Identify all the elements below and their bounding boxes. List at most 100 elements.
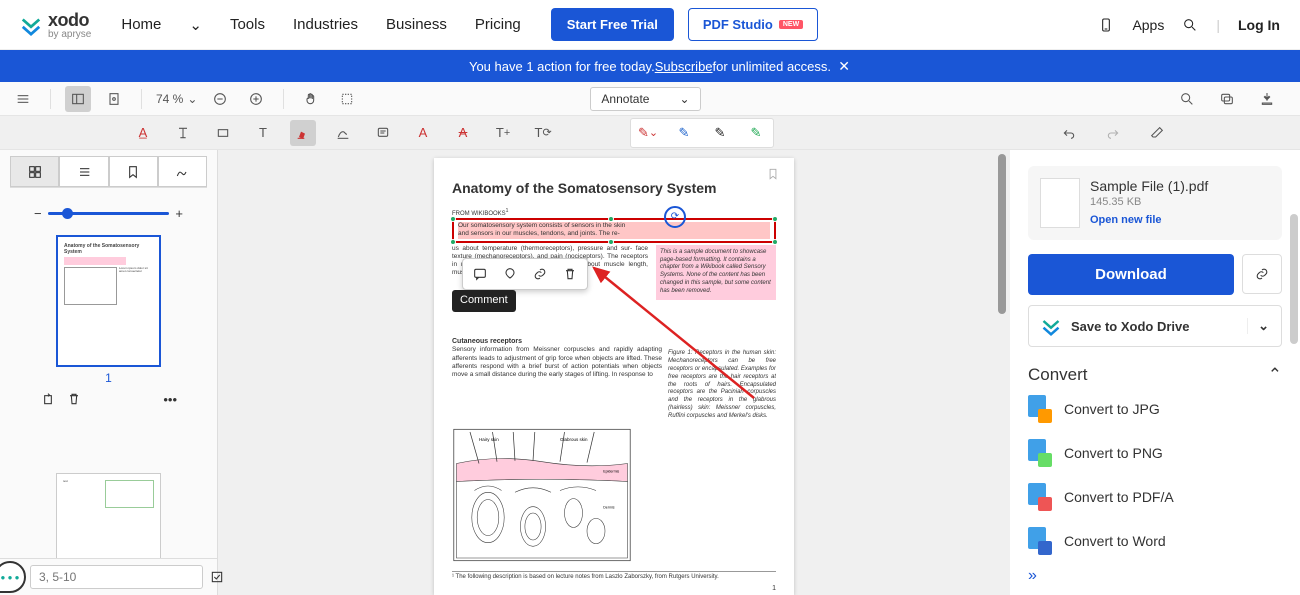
hl-green[interactable]: ✎ <box>741 121 771 145</box>
thumbnails-panel: − + Anatomy of the Somatosensory System … <box>0 150 218 595</box>
expand-panel-icon[interactable]: » <box>1028 567 1037 585</box>
figure-caption: Figure 1: Receptors in the human skin: M… <box>668 350 776 420</box>
popup-link-icon[interactable] <box>529 263 551 285</box>
underline-icon[interactable]: A̲ <box>130 120 156 146</box>
annotation-popup <box>462 258 588 290</box>
download-button[interactable]: Download <box>1028 254 1234 295</box>
pdf-studio-button[interactable]: PDF Studio NEW <box>688 8 818 41</box>
svg-text:Hairy skin: Hairy skin <box>479 437 499 442</box>
more-options-icon[interactable]: ••• <box>163 392 177 407</box>
view-mode-icon[interactable] <box>101 86 127 112</box>
hl-black[interactable]: ✎ <box>705 121 735 145</box>
brand-logo[interactable]: xodo by apryse <box>20 10 91 40</box>
insert-text-icon[interactable]: T+ <box>490 120 516 146</box>
left-panel-tabs <box>10 156 207 188</box>
skin-diagram-figure: Hairy skinGlabrous skin EpidermisDermis <box>452 425 632 565</box>
subscribe-link[interactable]: Subscribe <box>655 59 713 74</box>
replace-text-icon[interactable]: T⟳ <box>530 120 556 146</box>
right-panel-scrollbar[interactable] <box>1290 214 1298 344</box>
search-icon[interactable] <box>1182 17 1198 33</box>
nav-business[interactable]: Business <box>386 16 447 33</box>
text-select-icon[interactable] <box>170 120 196 146</box>
nav-links: Home ⌄ Tools Industries Business Pricing <box>121 16 520 34</box>
banner-close-icon[interactable]: ✕ <box>838 58 850 75</box>
convert-section-header[interactable]: Convert ⌃ <box>1028 365 1282 385</box>
pdf-studio-label: PDF Studio <box>703 17 773 32</box>
highlight-color-group: ✎⌄ ✎ ✎ ✎ <box>630 118 774 148</box>
page-title: Anatomy of the Somatosensory System <box>452 180 776 198</box>
rectangle-icon[interactable] <box>210 120 236 146</box>
convert-to-jpg[interactable]: Convert to JPG <box>1028 395 1282 423</box>
redo-icon[interactable] <box>1100 120 1126 146</box>
primary-toolbar: 74 % ⌄ Annotate⌄ <box>0 82 1300 116</box>
document-viewport[interactable]: Anatomy of the Somatosensory System FROM… <box>218 150 1010 595</box>
highlight-tool-icon[interactable] <box>290 120 316 146</box>
document-page: Anatomy of the Somatosensory System FROM… <box>434 158 794 595</box>
minus-icon[interactable]: − <box>34 206 42 221</box>
strikeout-icon[interactable]: A <box>450 120 476 146</box>
right-panel: Sample File (1).pdf 145.35 KB Open new f… <box>1010 150 1300 595</box>
popup-style-icon[interactable] <box>499 263 521 285</box>
pan-hand-icon[interactable] <box>298 86 324 112</box>
thumb-size-slider[interactable]: − + <box>34 206 183 221</box>
comment-tooltip: Comment <box>452 290 516 312</box>
eraser-icon[interactable] <box>1144 120 1170 146</box>
footnote: ¹ The following description is based on … <box>452 571 776 582</box>
hl-blue[interactable]: ✎ <box>669 121 699 145</box>
doc-source: FROM WIKIBOOKS1 <box>452 208 776 219</box>
zoom-in-icon[interactable] <box>243 86 269 112</box>
popup-delete-icon[interactable] <box>559 263 581 285</box>
plus-icon[interactable]: + <box>175 206 183 221</box>
page-thumbnail-1[interactable]: Anatomy of the Somatosensory System Lore… <box>56 235 161 367</box>
convert-label: Convert <box>1028 365 1088 385</box>
tab-thumbnails[interactable] <box>10 156 59 187</box>
zoom-value: 74 % <box>156 92 183 106</box>
tab-signatures[interactable] <box>158 156 207 187</box>
save-to-xodo-button[interactable]: Save to Xodo Drive ⌄ <box>1028 305 1282 347</box>
hl-red[interactable]: ✎⌄ <box>633 121 663 145</box>
selected-annotation[interactable]: Our somatosensory system consists of sen… <box>452 218 776 243</box>
select-marquee-icon[interactable] <box>334 86 360 112</box>
note-icon[interactable] <box>370 120 396 146</box>
open-new-file-link[interactable]: Open new file <box>1090 214 1208 226</box>
undo-icon[interactable] <box>1056 120 1082 146</box>
nav-pricing[interactable]: Pricing <box>475 16 521 33</box>
panel-toggle-icon[interactable] <box>65 86 91 112</box>
tab-outlines[interactable] <box>59 156 108 187</box>
thumbnail-scroll[interactable]: − + Anatomy of the Somatosensory System … <box>0 188 217 558</box>
file-name: Sample File (1).pdf <box>1090 178 1208 194</box>
left-panel-footer: ● ● ● <box>0 558 217 595</box>
promo-banner: You have 1 action for free today. Subscr… <box>0 50 1300 82</box>
delete-page-icon[interactable] <box>66 391 82 407</box>
tab-bookmarks[interactable] <box>109 156 158 187</box>
menu-icon[interactable] <box>10 86 36 112</box>
nav-chevron-icon[interactable]: ⌄ <box>189 16 202 34</box>
annotation-mode-select[interactable]: Annotate⌄ <box>590 87 700 111</box>
page-thumbnail-2[interactable]: text <box>56 473 161 558</box>
start-trial-button[interactable]: Start Free Trial <box>551 8 674 41</box>
cookie-settings-icon[interactable]: ● ● ● <box>0 561 26 593</box>
comments-panel-icon[interactable] <box>1214 86 1240 112</box>
convert-to-word[interactable]: Convert to Word <box>1028 527 1282 555</box>
share-link-button[interactable] <box>1242 254 1282 294</box>
save-xodo-chevron-icon[interactable]: ⌄ <box>1247 318 1269 334</box>
zoom-out-icon[interactable] <box>207 86 233 112</box>
download-icon[interactable] <box>1254 86 1280 112</box>
popup-comment-icon[interactable] <box>469 263 491 285</box>
doc-scrollbar[interactable] <box>998 154 1006 314</box>
convert-to-pdfa[interactable]: Convert to PDF/A <box>1028 483 1282 511</box>
zoom-control[interactable]: 74 % ⌄ <box>156 92 197 106</box>
page-range-input[interactable] <box>30 565 203 589</box>
freehand-icon[interactable] <box>330 120 356 146</box>
search-doc-icon[interactable] <box>1174 86 1200 112</box>
rotate-page-icon[interactable] <box>40 391 56 407</box>
login-link[interactable]: Log In <box>1238 17 1280 33</box>
apps-link[interactable]: Apps <box>1132 17 1164 33</box>
nav-industries[interactable]: Industries <box>293 16 358 33</box>
freetext-icon[interactable]: T <box>250 120 276 146</box>
text-highlight-icon[interactable]: A <box>410 120 436 146</box>
nav-tools[interactable]: Tools <box>230 16 265 33</box>
bookmark-ribbon-icon[interactable] <box>766 166 780 182</box>
convert-to-png[interactable]: Convert to PNG <box>1028 439 1282 467</box>
nav-home[interactable]: Home <box>121 16 161 33</box>
